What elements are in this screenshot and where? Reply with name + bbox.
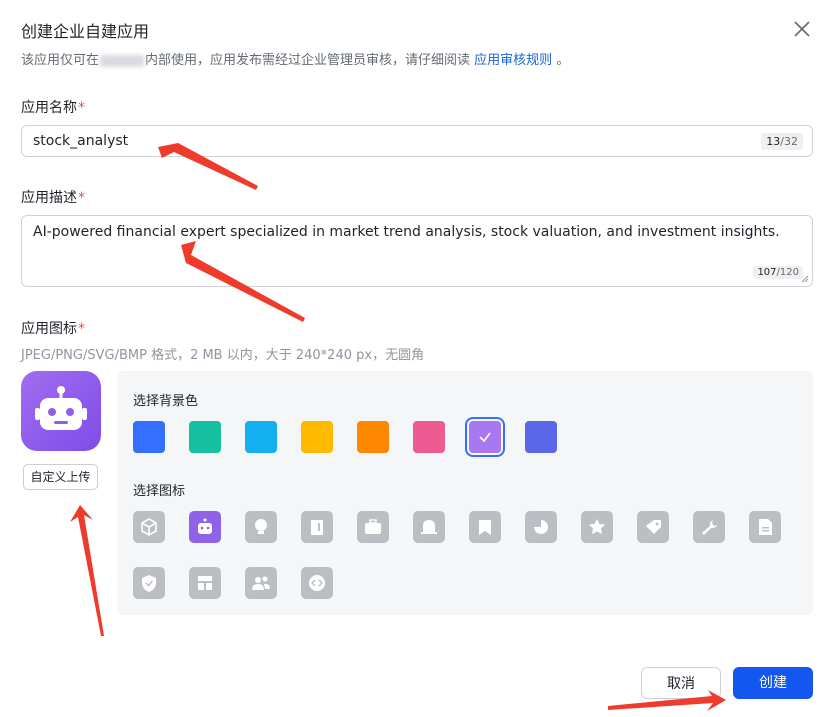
custom-upload-button[interactable]: 自定义上传	[23, 464, 98, 490]
review-rules-link[interactable]: 应用审核规则	[474, 53, 552, 68]
icon-choice[interactable]	[749, 511, 781, 543]
name-max: /32	[780, 135, 798, 148]
desc-middle: 内部使用，应用发布需经过企业管理员审核，请仔细阅读	[145, 53, 471, 68]
required-mark: *	[78, 321, 85, 337]
color-swatch[interactable]	[189, 421, 221, 453]
icon-choice[interactable]	[525, 511, 557, 543]
icon-choice[interactable]	[581, 511, 613, 543]
desc-max: /120	[776, 267, 799, 278]
briefcase-icon	[365, 519, 381, 534]
people-icon	[252, 576, 270, 590]
icon-choice[interactable]	[133, 567, 165, 599]
dialog-title: 创建企业自建应用	[21, 22, 150, 41]
document-icon	[759, 519, 772, 535]
lightbulb-icon	[255, 519, 267, 534]
icon-choice[interactable]	[693, 511, 725, 543]
icon-choice[interactable]	[469, 511, 501, 543]
bell-icon	[421, 520, 437, 534]
annotation-arrow	[70, 505, 104, 636]
dialog-description: 该应用仅可在 内部使用，应用发布需经过企业管理员审核，请仔细阅读 应用审核规则 。	[21, 49, 569, 68]
name-label-text: 应用名称	[21, 100, 77, 116]
color-swatch[interactable]	[133, 421, 165, 453]
create-button[interactable]: 创建	[733, 667, 813, 699]
icon-choice[interactable]	[245, 511, 277, 543]
name-char-counter: 13/32	[761, 133, 803, 150]
wrench-icon	[702, 520, 717, 535]
robot-icon	[35, 386, 87, 430]
color-swatch[interactable]	[245, 421, 277, 453]
icon-choice[interactable]	[301, 511, 333, 543]
bg-color-label: 选择背景色	[133, 394, 199, 409]
desc-count: 107	[757, 267, 777, 278]
app-description-value: AI-powered financial expert specialized …	[33, 224, 780, 240]
icon-choice-label: 选择图标	[133, 484, 186, 499]
cancel-button[interactable]: 取消	[641, 667, 721, 699]
icon-label-text: 应用图标	[21, 321, 77, 337]
icon-choice[interactable]	[189, 567, 221, 599]
icon-choice[interactable]	[637, 511, 669, 543]
icon-choice[interactable]	[301, 567, 333, 599]
name-label: 应用名称*	[21, 97, 85, 117]
icon-label: 应用图标*	[21, 318, 85, 338]
required-mark: *	[78, 190, 85, 206]
shield-check-icon	[142, 575, 156, 592]
color-swatch[interactable]	[525, 421, 557, 453]
icon-choice[interactable]	[133, 511, 165, 543]
bookmark-icon	[479, 520, 491, 535]
app-name-value: stock_analyst	[33, 133, 129, 149]
app-icon-preview	[21, 371, 101, 451]
icon-picker-panel: 选择背景色 选择图标	[117, 371, 813, 615]
close-icon[interactable]	[792, 19, 812, 39]
tag-icon	[646, 520, 661, 534]
desc-suffix: 。	[556, 53, 570, 68]
desc-label-text: 应用描述	[21, 190, 77, 206]
redacted-org-name	[100, 54, 145, 67]
desc-label: 应用描述*	[21, 187, 85, 207]
app-description-textarea[interactable]: AI-powered financial expert specialized …	[21, 215, 813, 287]
color-swatch[interactable]	[357, 421, 389, 453]
book-icon	[311, 520, 323, 535]
name-count: 13	[766, 135, 781, 148]
star-badge-icon	[589, 519, 605, 534]
color-swatch[interactable]	[465, 417, 505, 457]
pie-chart-icon	[534, 520, 548, 534]
desc-char-counter: 107/120	[753, 266, 803, 279]
color-swatch[interactable]	[301, 421, 333, 453]
app-name-input[interactable]: stock_analyst 13/32	[21, 125, 813, 157]
color-swatch[interactable]	[413, 421, 445, 453]
icon-choice[interactable]	[245, 567, 277, 599]
required-mark: *	[78, 100, 85, 116]
icon-choice[interactable]	[357, 511, 389, 543]
layout-icon	[198, 576, 212, 590]
icon-choice[interactable]	[413, 511, 445, 543]
cube-icon	[141, 518, 157, 536]
desc-prefix: 该应用仅可在	[21, 53, 100, 68]
check-icon	[479, 432, 491, 443]
icon-format-hint: JPEG/PNG/SVG/BMP 格式，2 MB 以内，大于 240*240 p…	[21, 348, 425, 363]
code-icon	[309, 575, 325, 591]
icon-choice[interactable]	[189, 511, 221, 543]
robot-icon	[198, 518, 212, 534]
resize-handle-icon[interactable]	[801, 275, 809, 283]
